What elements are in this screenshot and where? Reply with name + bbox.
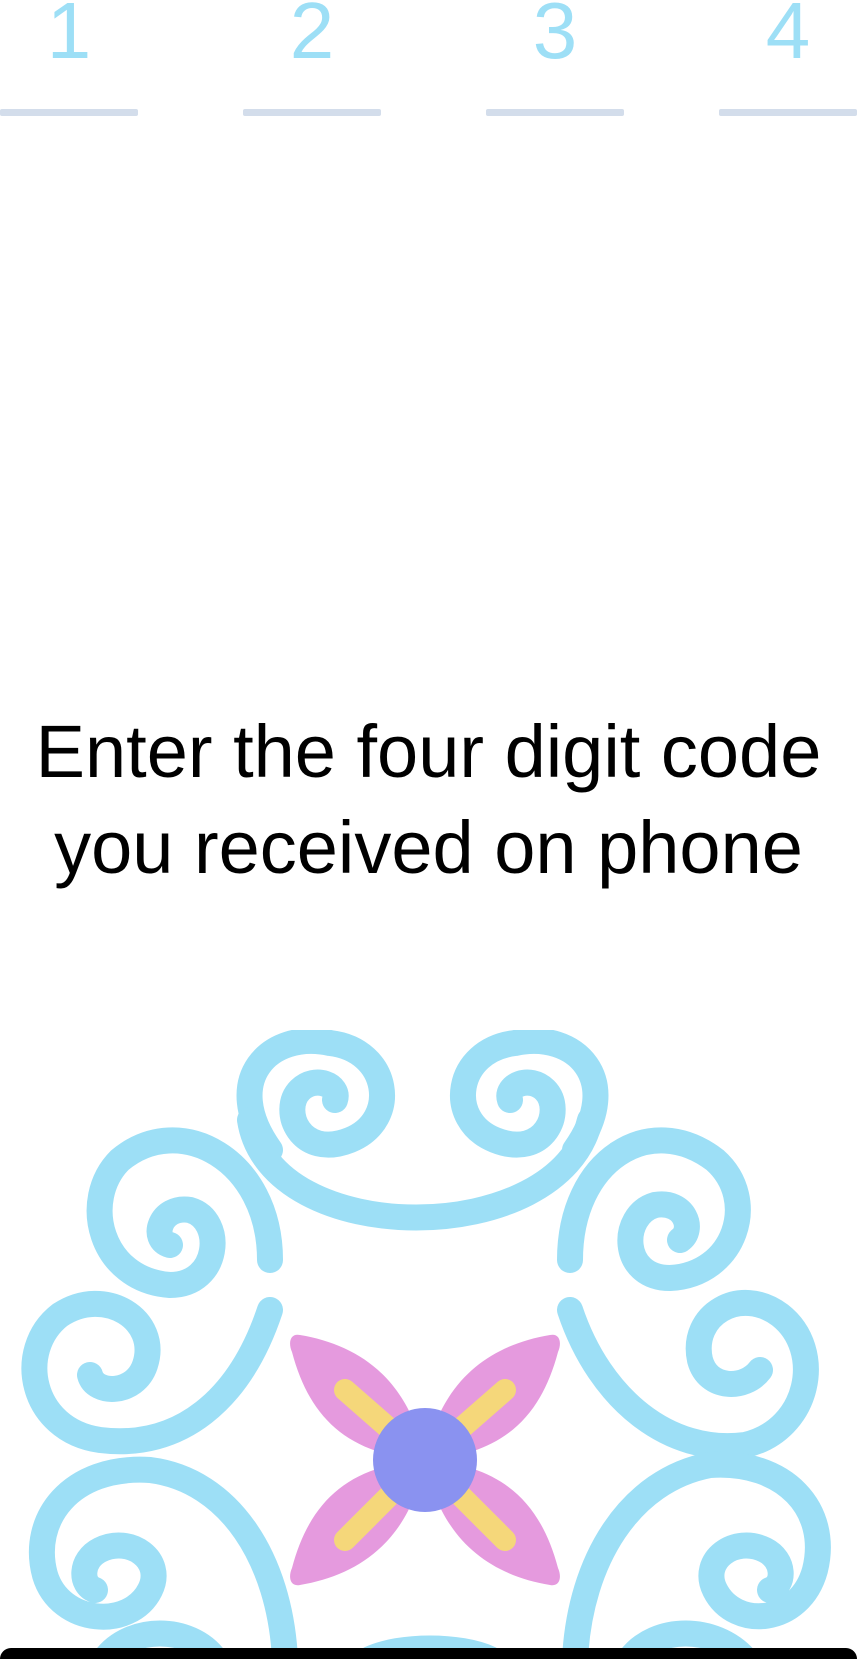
code-underline-1	[0, 109, 138, 116]
code-digit-field-2[interactable]: 2	[243, 0, 381, 120]
code-digit-field-4[interactable]: 4	[719, 0, 857, 120]
code-underline-3	[486, 109, 624, 116]
code-digit-3: 3	[532, 0, 578, 75]
swirl-top-left	[236, 1030, 395, 1163]
code-digit-4: 4	[765, 0, 811, 75]
bottom-edge-bar	[0, 1648, 857, 1659]
swirl-middle-right	[557, 1290, 819, 1460]
swirl-upper-left	[86, 1127, 283, 1299]
code-digit-field-3[interactable]: 3	[486, 0, 624, 120]
instruction-text: Enter the four digit code you received o…	[0, 704, 857, 896]
swirl-middle-left	[21, 1290, 283, 1455]
flower	[290, 1334, 560, 1586]
floral-swirl-illustration	[21, 1030, 831, 1659]
code-underline-4	[719, 109, 857, 116]
instruction-line-2: you received on phone	[54, 806, 803, 889]
instruction-line-1: Enter the four digit code	[35, 710, 822, 793]
code-underline-2	[243, 109, 381, 116]
code-digit-2: 2	[289, 0, 335, 75]
flower-center	[373, 1408, 477, 1512]
swirl-upper-right	[557, 1127, 751, 1292]
code-input[interactable]: 1 2 3 4	[0, 0, 857, 120]
code-digit-field-1[interactable]: 1	[0, 0, 138, 120]
code-digit-1: 1	[46, 0, 92, 75]
